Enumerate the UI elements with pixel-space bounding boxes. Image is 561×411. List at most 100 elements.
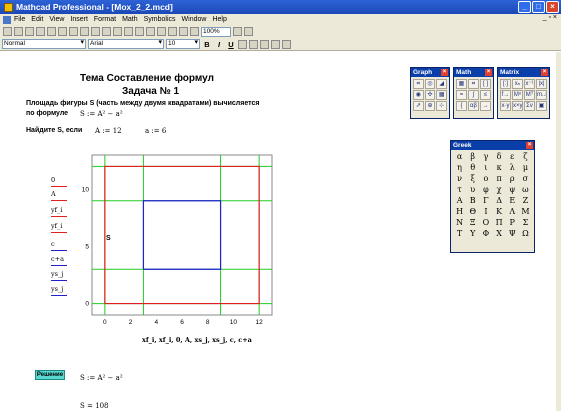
close-icon[interactable]: × bbox=[526, 142, 533, 149]
zoom-icon[interactable]: ⊕ bbox=[424, 101, 436, 111]
3d-bar-icon[interactable]: ▦ bbox=[436, 90, 447, 100]
style-select[interactable]: Normal bbox=[2, 39, 86, 49]
greek-letter-button[interactable]: Β bbox=[466, 195, 479, 206]
programming-icon[interactable]: { bbox=[456, 101, 467, 111]
undo-icon[interactable] bbox=[102, 27, 111, 36]
menu-format[interactable]: Format bbox=[94, 16, 116, 23]
menu-insert[interactable]: Insert bbox=[70, 16, 88, 23]
greek-letter-button[interactable]: ο bbox=[479, 173, 492, 184]
3d-scatter-icon[interactable]: ✣ bbox=[424, 90, 436, 100]
greek-letter-button[interactable]: Ρ bbox=[506, 217, 519, 228]
align-center-icon[interactable] bbox=[249, 39, 258, 49]
greek-letter-button[interactable]: Ξ bbox=[466, 217, 479, 228]
calculate-icon[interactable] bbox=[168, 27, 177, 36]
greek-letter-button[interactable]: ε bbox=[506, 151, 519, 162]
close-icon[interactable]: × bbox=[541, 69, 548, 76]
greek-letter-button[interactable]: Η bbox=[453, 206, 466, 217]
greek-letter-button[interactable]: Ι bbox=[479, 206, 492, 217]
resources-icon[interactable] bbox=[233, 27, 242, 36]
open-icon[interactable] bbox=[14, 27, 23, 36]
font-size-select[interactable]: 10 bbox=[166, 39, 200, 49]
greek-letter-button[interactable]: μ bbox=[519, 162, 532, 173]
transpose-icon[interactable]: Mᵀ bbox=[524, 90, 535, 100]
vector-field-icon[interactable]: ⇗ bbox=[413, 101, 424, 111]
inverse-icon[interactable]: x⁻¹ bbox=[524, 79, 535, 89]
zoom-select[interactable]: 100% bbox=[201, 26, 231, 37]
greek-letter-button[interactable]: λ bbox=[506, 162, 519, 173]
greek-letter-button[interactable]: π bbox=[493, 173, 506, 184]
align-across-icon[interactable] bbox=[124, 27, 133, 36]
surface-plot-icon[interactable]: ◢ bbox=[436, 79, 447, 89]
menu-help[interactable]: Help bbox=[212, 16, 226, 23]
polar-plot-icon[interactable]: ◎ bbox=[424, 79, 436, 89]
graph-toolbar-icon[interactable]: ⌗ bbox=[468, 79, 479, 89]
cut-icon[interactable] bbox=[69, 27, 78, 36]
greek-letter-button[interactable]: γ bbox=[479, 151, 492, 162]
greek-letter-button[interactable]: ι bbox=[479, 162, 492, 173]
insert-function-icon[interactable] bbox=[146, 27, 155, 36]
solution-button[interactable]: Решение bbox=[35, 370, 65, 380]
cross-product-icon[interactable]: x×y bbox=[512, 101, 523, 111]
menu-window[interactable]: Window bbox=[182, 16, 207, 23]
greek-letter-button[interactable]: χ bbox=[493, 184, 506, 195]
menu-view[interactable]: View bbox=[49, 16, 64, 23]
greek-letter-button[interactable]: Ν bbox=[453, 217, 466, 228]
maximize-button[interactable]: □ bbox=[532, 1, 545, 13]
greek-letter-button[interactable]: Ζ bbox=[519, 195, 532, 206]
greek-letter-button[interactable]: δ bbox=[493, 151, 506, 162]
area-formula[interactable]: S := A² − a² bbox=[80, 110, 123, 118]
greek-toolbar-icon[interactable]: αβ bbox=[468, 101, 479, 111]
bullets-icon[interactable] bbox=[271, 39, 280, 49]
greek-letter-button[interactable]: κ bbox=[493, 162, 506, 173]
greek-letter-button[interactable]: α bbox=[453, 151, 466, 162]
greek-letter-button[interactable]: φ bbox=[479, 184, 492, 195]
greek-letter-button[interactable]: Π bbox=[493, 217, 506, 228]
greek-letter-button[interactable]: ρ bbox=[506, 173, 519, 184]
contour-plot-icon[interactable]: ◉ bbox=[413, 90, 424, 100]
vector-sum-icon[interactable]: Σv bbox=[524, 101, 535, 111]
print-icon[interactable] bbox=[36, 27, 45, 36]
greek-letter-button[interactable]: Μ bbox=[519, 206, 532, 217]
determinant-icon[interactable]: |x| bbox=[536, 79, 547, 89]
insert-unit-icon[interactable] bbox=[157, 27, 166, 36]
range-icon[interactable]: m..n bbox=[536, 90, 547, 100]
result-value[interactable]: S = 108 bbox=[80, 402, 108, 410]
subscript-icon[interactable]: xₙ bbox=[512, 79, 523, 89]
insert-component-icon[interactable] bbox=[179, 27, 188, 36]
boolean-icon[interactable]: ≤ bbox=[480, 90, 491, 100]
run-icon[interactable] bbox=[190, 27, 199, 36]
superscript-icon[interactable]: Mᵒ bbox=[512, 90, 523, 100]
a-definition[interactable]: a := 6 bbox=[145, 127, 166, 135]
evaluation-icon[interactable]: = bbox=[456, 90, 467, 100]
xy-plot[interactable]: 0 2 4 6 8 10 12 0 5 10 bbox=[74, 150, 274, 325]
solution-formula[interactable]: S := A² − a² bbox=[80, 374, 123, 382]
menu-file[interactable]: File bbox=[14, 16, 25, 23]
greek-letter-button[interactable]: Φ bbox=[479, 228, 492, 239]
greek-letter-button[interactable]: υ bbox=[466, 184, 479, 195]
insert-matrix-icon[interactable]: [:] bbox=[500, 79, 511, 89]
greek-letter-button[interactable]: Υ bbox=[466, 228, 479, 239]
greek-letter-button[interactable]: Δ bbox=[493, 195, 506, 206]
greek-letter-button[interactable]: Ω bbox=[519, 228, 532, 239]
menu-symbolics[interactable]: Symbolics bbox=[144, 16, 176, 23]
vertical-scrollbar[interactable] bbox=[556, 52, 561, 411]
paste-icon[interactable] bbox=[91, 27, 100, 36]
greek-letter-button[interactable]: σ bbox=[519, 173, 532, 184]
greek-letter-button[interactable]: Ψ bbox=[506, 228, 519, 239]
calculus-icon[interactable]: ∫ bbox=[468, 90, 479, 100]
greek-letter-button[interactable]: Κ bbox=[493, 206, 506, 217]
menu-edit[interactable]: Edit bbox=[31, 16, 43, 23]
align-right-icon[interactable] bbox=[260, 39, 269, 49]
greek-letter-button[interactable]: Γ bbox=[479, 195, 492, 206]
align-left-icon[interactable] bbox=[238, 39, 247, 49]
copy-icon[interactable] bbox=[80, 27, 89, 36]
greek-letter-button[interactable]: Τ bbox=[453, 228, 466, 239]
bold-button[interactable]: B bbox=[202, 40, 212, 49]
A-definition[interactable]: A := 12 bbox=[95, 127, 122, 135]
picture-icon[interactable]: ▣ bbox=[536, 101, 547, 111]
greek-letter-button[interactable]: Ε bbox=[506, 195, 519, 206]
greek-letter-button[interactable]: Α bbox=[453, 195, 466, 206]
help-icon[interactable] bbox=[244, 27, 253, 36]
close-button[interactable]: × bbox=[546, 1, 559, 13]
trace-icon[interactable]: ⊹ bbox=[436, 101, 447, 111]
